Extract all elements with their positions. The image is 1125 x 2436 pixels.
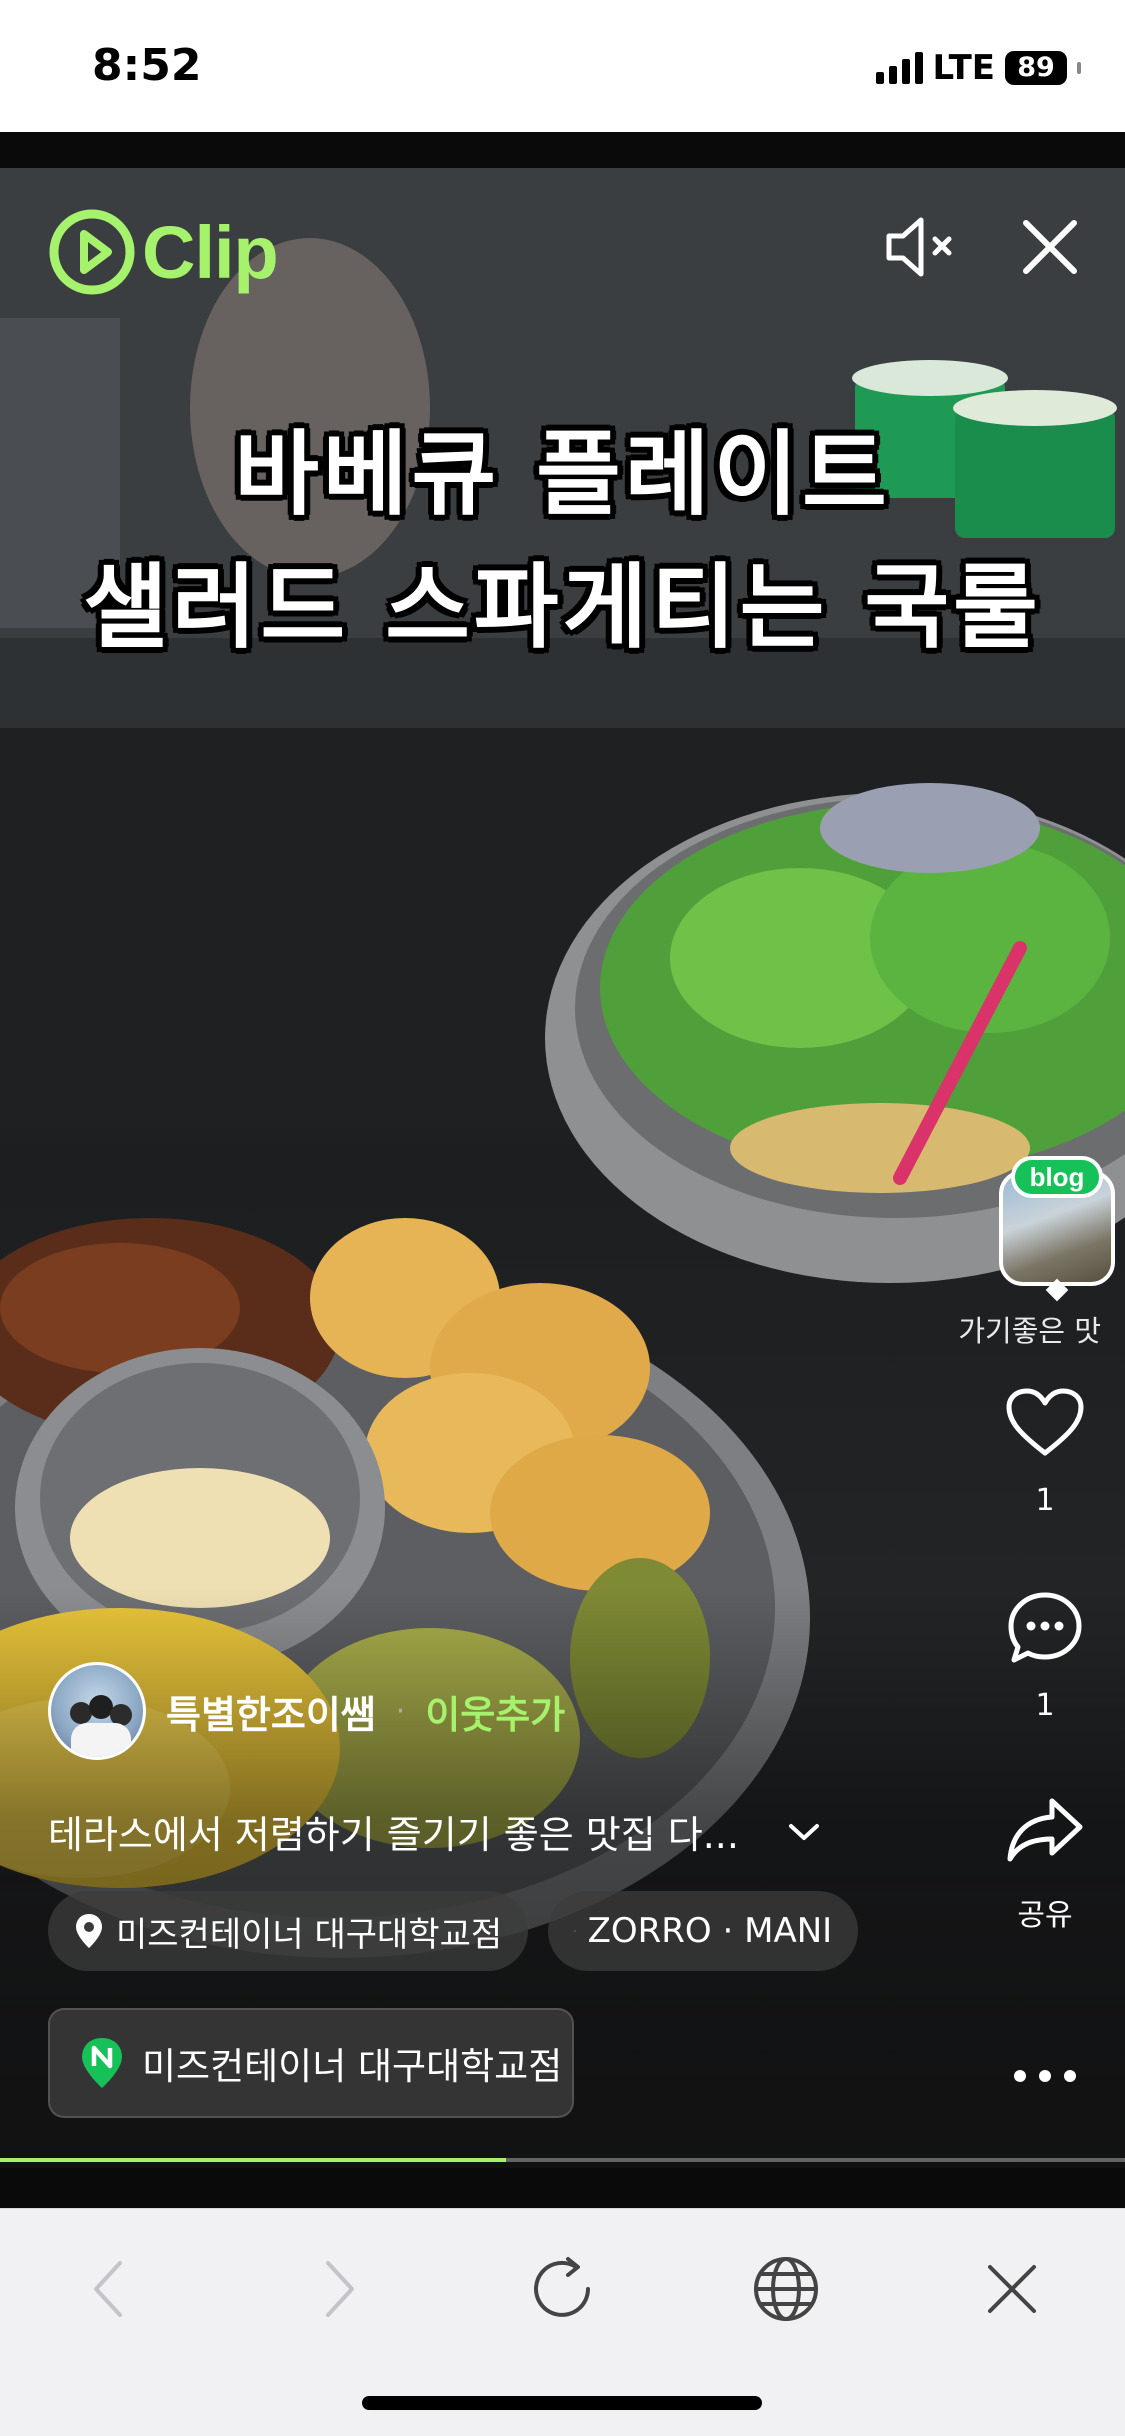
blog-badge: blog [1011,1156,1103,1198]
status-bar: 8:52 LTE 89 [0,0,1125,132]
video-player[interactable]: Clip 바베큐 플레이트 샐러드 스파게티는 국룰 blog 가기좋은 맛 1… [0,132,1125,2208]
clip-logo: Clip [46,206,279,298]
avatar-image [70,1695,132,1757]
blog-link-thumbnail[interactable]: blog [999,1156,1115,1302]
place-card-label: 미즈컨테이너 대구대학교점 [142,2045,563,2088]
music-tag[interactable]: ZORRO · MANI [548,1891,859,1971]
network-type: LTE [932,48,995,88]
tag-row: 미즈컨테이너 대구대학교점 ZORRO · MANI [48,1891,859,1971]
like-count: 1 [1035,1483,1055,1518]
chevron-down-icon[interactable] [787,1821,821,1843]
status-time: 8:52 [92,40,202,91]
separator-dot: · [395,1693,406,1729]
blog-link-label[interactable]: 가기좋은 맛 [951,1308,1101,1350]
home-indicator [362,2396,762,2410]
reload-icon [534,2257,590,2317]
location-tag[interactable]: 미즈컨테이너 대구대학교점 [48,1891,529,1971]
more-options-button[interactable] [965,2034,1125,2118]
place-card[interactable]: 미즈컨테이너 대구대학교점 [48,2008,574,2118]
like-action[interactable]: 1 [965,1381,1125,1518]
music-tag-label: ZORRO · MANI [587,1911,833,1951]
more-icon [1014,2070,1076,2082]
close-tab-icon [988,2265,1036,2313]
forward-button[interactable] [290,2239,390,2339]
globe-button[interactable] [736,2239,836,2339]
mute-icon [886,217,952,277]
comment-icon [1008,1592,1082,1663]
close-tab-button[interactable] [962,2239,1062,2339]
comment-action[interactable]: 1 [965,1586,1125,1723]
clip-logo-icon [49,209,135,295]
author-name[interactable]: 특별한조이쌤 [166,1684,376,1739]
naver-place-icon [82,2038,122,2088]
video-caption-line-2: 샐러드 스파게티는 국룰 [83,554,1042,661]
battery-icon: 89 [1005,51,1067,85]
location-pin-icon [76,1914,102,1948]
video-frame[interactable]: Clip 바베큐 플레이트 샐러드 스파게티는 국룰 blog 가기좋은 맛 1… [0,168,1125,2168]
back-button[interactable] [58,2239,158,2339]
description-row[interactable]: 테라스에서 저렴하기 즐기기 좋은 맛집 다... [48,1804,821,1859]
share-action[interactable]: 공유 [965,1788,1125,1934]
back-icon [94,2261,122,2317]
progress-fill [0,2158,507,2162]
blog-pin [1045,1278,1069,1302]
progress-track[interactable] [0,2158,1125,2162]
share-icon [1007,1798,1083,1862]
mute-button[interactable] [883,210,957,284]
forward-icon [326,2261,354,2317]
location-tag-label: 미즈컨테이너 대구대학교점 [116,1914,503,1955]
signal-icon [875,52,923,84]
author-avatar[interactable] [48,1662,146,1760]
side-action-rail: blog 가기좋은 맛 1 1 공유 [958,168,1125,2168]
heart-icon [1006,1388,1084,1456]
author-row: 특별한조이쌤 · 이웃추가 [48,1662,565,1760]
status-indicators: LTE 89 [875,48,1081,88]
video-caption-line-1: 바베큐 플레이트 [234,421,891,528]
follow-button[interactable]: 이웃추가 [425,1684,565,1739]
reload-button[interactable] [512,2239,612,2339]
comment-count: 1 [1035,1688,1055,1723]
battery-tip [1077,62,1081,74]
music-note-icon [574,1930,576,1932]
clip-logo-text: Clip [142,210,279,294]
globe-icon [754,2257,818,2321]
share-label: 공유 [1017,1898,1073,1933]
description-text: 테라스에서 저렴하기 즐기기 좋은 맛집 다... [48,1813,739,1857]
